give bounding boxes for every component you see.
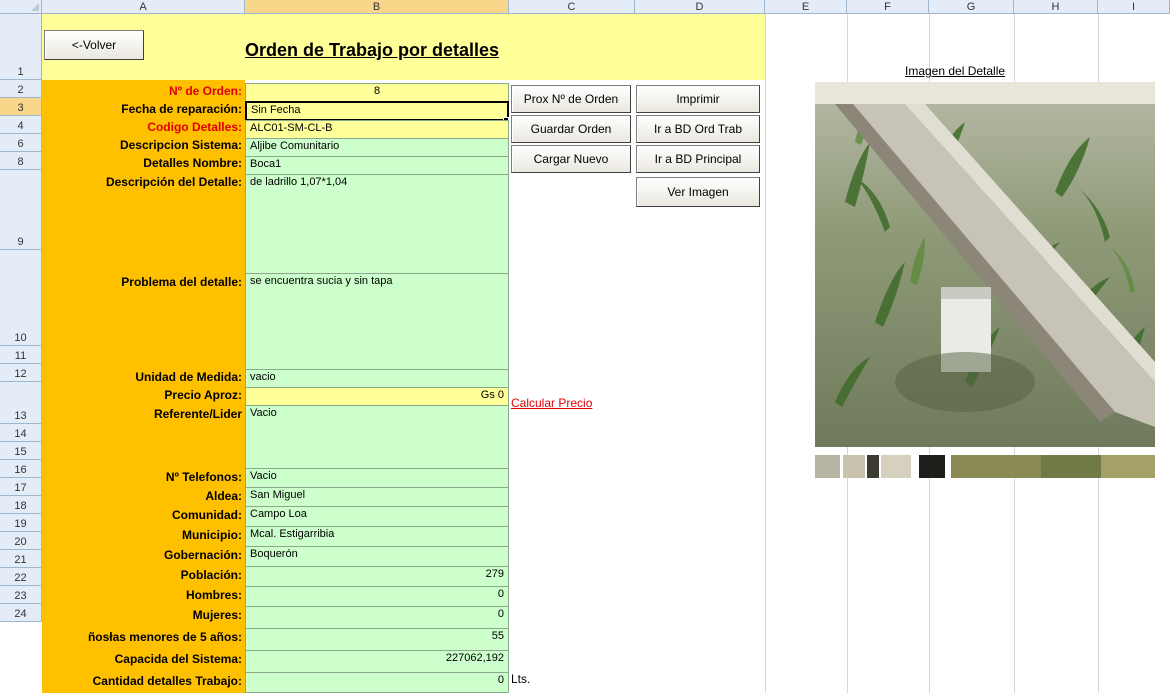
row-header-1[interactable]: 1 <box>0 14 42 80</box>
column-header-e[interactable]: E <box>765 0 847 14</box>
detail-photo[interactable] <box>815 82 1155 447</box>
select-all-corner[interactable] <box>0 0 42 14</box>
row-header-22[interactable]: 22 <box>0 568 42 586</box>
aldea-label: Aldea: <box>205 489 242 503</box>
hombres-value[interactable]: 0 <box>245 586 509 607</box>
thumbnail-strip-graphic <box>815 455 1155 478</box>
row-header-21[interactable]: 21 <box>0 550 42 568</box>
ninos-value[interactable]: 55 <box>245 628 509 651</box>
column-header-g[interactable]: G <box>929 0 1014 14</box>
row-header-17[interactable]: 17 <box>0 478 42 496</box>
row-header-6[interactable]: 6 <box>0 134 42 152</box>
row-header-15[interactable]: 15 <box>0 442 42 460</box>
row-header-14[interactable]: 14 <box>0 424 42 442</box>
photo-thumbnail-strip <box>815 455 1155 478</box>
unidad-value[interactable]: vacio <box>245 369 509 388</box>
precio-label: Precio Aproz: <box>164 388 242 402</box>
telefonos-label: Nº Telefonos: <box>165 470 242 484</box>
cantidad-value[interactable]: 0 <box>245 672 509 693</box>
telefonos-value[interactable]: Vacio <box>245 468 509 488</box>
ir-bd-ord-trab-button[interactable]: Ir a BD Ord Trab <box>636 115 760 143</box>
ver-imagen-button[interactable]: Ver Imagen <box>636 177 760 207</box>
orden-label: Nº de Orden: <box>168 84 242 98</box>
row-header-12[interactable]: 12 <box>0 364 42 382</box>
row-header-13[interactable]: 13 <box>0 382 42 424</box>
desc-sistema-value[interactable]: Aljibe Comunitario <box>245 138 509 157</box>
column-header-i[interactable]: I <box>1098 0 1170 14</box>
row-header-20[interactable]: 20 <box>0 532 42 550</box>
row-header-16[interactable]: 16 <box>0 460 42 478</box>
desc-detalle-label: Descripción del Detalle: <box>105 175 242 189</box>
cargar-nuevo-button[interactable]: Cargar Nuevo <box>511 145 631 173</box>
hombres-label: Hombres: <box>185 588 242 602</box>
poblacion-value[interactable]: 279 <box>245 566 509 587</box>
referente-value[interactable]: Vacio <box>245 405 509 469</box>
column-header-b[interactable]: B <box>245 0 509 14</box>
unidad-label: Unidad de Medida: <box>135 370 242 384</box>
capacidad-label: Capacida del Sistema: <box>114 652 242 666</box>
imprimir-button[interactable]: Imprimir <box>636 85 760 113</box>
page-title: Orden de Trabajo por detalles <box>245 40 500 60</box>
poblacion-label: Población: <box>180 568 242 582</box>
referente-label: Referente/Lider <box>153 407 242 421</box>
fecha-label: Fecha de reparación: <box>121 102 242 116</box>
detail-photo-graphic <box>815 82 1155 447</box>
row-header-10[interactable]: 10 <box>0 250 42 346</box>
problema-value[interactable]: se encuentra sucia y sin tapa <box>245 273 509 370</box>
mujeres-value[interactable]: 0 <box>245 606 509 629</box>
row-header-23[interactable]: 23 <box>0 586 42 604</box>
row-header-4[interactable]: 4 <box>0 116 42 134</box>
row-header-8[interactable]: 8 <box>0 152 42 170</box>
desc-detalle-value[interactable]: de ladrillo 1,07*1,04 <box>245 174 509 274</box>
comunidad-value[interactable]: Campo Loa <box>245 506 509 527</box>
municipio-value[interactable]: Mcal. Estigarribia <box>245 526 509 547</box>
row-header-3[interactable]: 3 <box>0 98 42 116</box>
codigo-label: Codigo Detalles: <box>147 120 242 134</box>
ninos-label: ñosłas menores de 5 años: <box>87 630 242 644</box>
back-button[interactable]: <-Volver <box>44 30 144 60</box>
column-header-h[interactable]: H <box>1014 0 1098 14</box>
column-header-c[interactable]: C <box>509 0 635 14</box>
column-header-d[interactable]: D <box>635 0 765 14</box>
row-header-24[interactable]: 24 <box>0 604 42 622</box>
row-header-18[interactable]: 18 <box>0 496 42 514</box>
codigo-value[interactable]: ALC01-SM-CL-B <box>245 120 509 139</box>
aldea-value[interactable]: San Miguel <box>245 487 509 507</box>
row-header-11[interactable]: 11 <box>0 346 42 364</box>
cantidad-label: Cantidad detalles Trabajo: <box>92 674 242 688</box>
capacidad-unit: Lts. <box>511 672 531 686</box>
guardar-orden-button[interactable]: Guardar Orden <box>511 115 631 143</box>
problema-label: Problema del detalle: <box>121 275 242 289</box>
row-header-19[interactable]: 19 <box>0 514 42 532</box>
row-header-9[interactable]: 9 <box>0 170 42 250</box>
orden-value[interactable]: 8 <box>245 83 509 102</box>
gridline <box>765 14 766 693</box>
desc-sistema-label: Descripcion Sistema: <box>119 138 242 152</box>
ir-bd-principal-button[interactable]: Ir a BD Principal <box>636 145 760 173</box>
detalles-nombre-value[interactable]: Boca1 <box>245 156 509 175</box>
row-header-2[interactable]: 2 <box>0 80 42 98</box>
gobernacion-label: Gobernación: <box>163 548 242 562</box>
comunidad-label: Comunidad: <box>172 508 242 522</box>
column-header-f[interactable]: F <box>847 0 929 14</box>
prox-orden-button[interactable]: Prox Nº de Orden <box>511 85 631 113</box>
capacidad-value[interactable]: 227062,192 <box>245 650 509 673</box>
detalles-nombre-label: Detalles Nombre: <box>143 156 242 170</box>
fecha-value[interactable]: Sin Fecha <box>245 101 509 121</box>
gobernacion-value[interactable]: Boquerón <box>245 546 509 567</box>
municipio-label: Municipio: <box>182 528 242 542</box>
mujeres-label: Mujeres: <box>192 608 242 622</box>
precio-value[interactable]: Gs 0 <box>245 387 509 406</box>
calcular-precio-link[interactable]: Calcular Precio <box>511 396 592 410</box>
column-header-a[interactable]: A <box>42 0 245 14</box>
image-panel-title: Imagen del Detalle <box>905 64 1006 78</box>
